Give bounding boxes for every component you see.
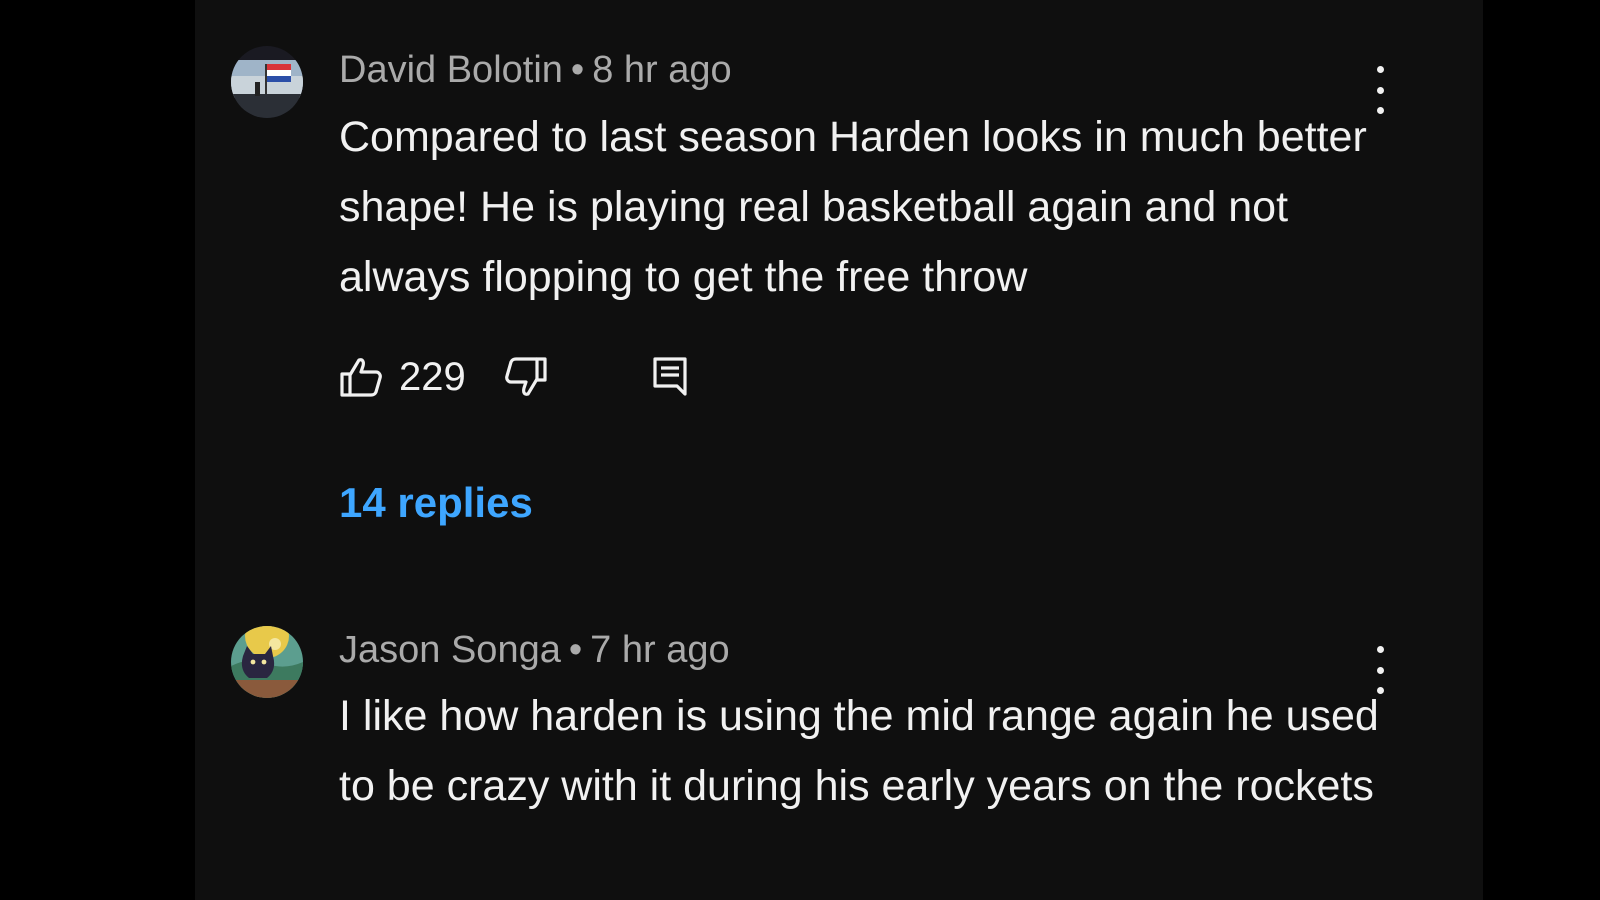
screen: David Bolotin • 8 hr ago Compared to last … <box>0 0 1600 900</box>
reply-comment-icon <box>653 357 687 396</box>
kebab-dot <box>1376 66 1384 73</box>
cat-avatar-icon <box>231 626 303 698</box>
comments-panel: David Bolotin • 8 hr ago Compared to last … <box>195 0 1483 900</box>
comment-meta: Jason Songa • 7 hr ago <box>339 626 730 674</box>
comment-text: Compared to last season Harden looks in … <box>339 113 1367 301</box>
comment-meta: David Bolotin • 8 hr ago <box>339 46 732 94</box>
meta-separator: • <box>568 629 583 671</box>
thumbs-up-icon <box>340 358 382 397</box>
view-replies-link[interactable]: 14 replies <box>339 478 533 528</box>
like-button[interactable] <box>339 356 383 398</box>
dislike-button[interactable] <box>504 356 548 398</box>
thumbs-down-icon <box>504 357 547 396</box>
like-count: 229 <box>399 354 466 399</box>
avatar[interactable] <box>231 46 303 118</box>
author-name[interactable]: David Bolotin <box>339 49 563 91</box>
flag-avatar-icon <box>231 46 303 118</box>
avatar[interactable] <box>231 626 303 698</box>
comment-time: 7 hr ago <box>590 629 730 671</box>
comment-actions: 229 <box>339 353 688 401</box>
kebab-dot <box>1376 86 1384 94</box>
comment-text: I like how harden is using the mid range… <box>339 692 1379 810</box>
author-name[interactable]: Jason Songa <box>339 629 561 671</box>
kebab-dot <box>1376 646 1384 653</box>
kebab-dot <box>1376 666 1384 674</box>
reply-button[interactable] <box>652 356 688 398</box>
meta-separator: • <box>570 49 585 91</box>
comment-time: 8 hr ago <box>592 49 732 91</box>
